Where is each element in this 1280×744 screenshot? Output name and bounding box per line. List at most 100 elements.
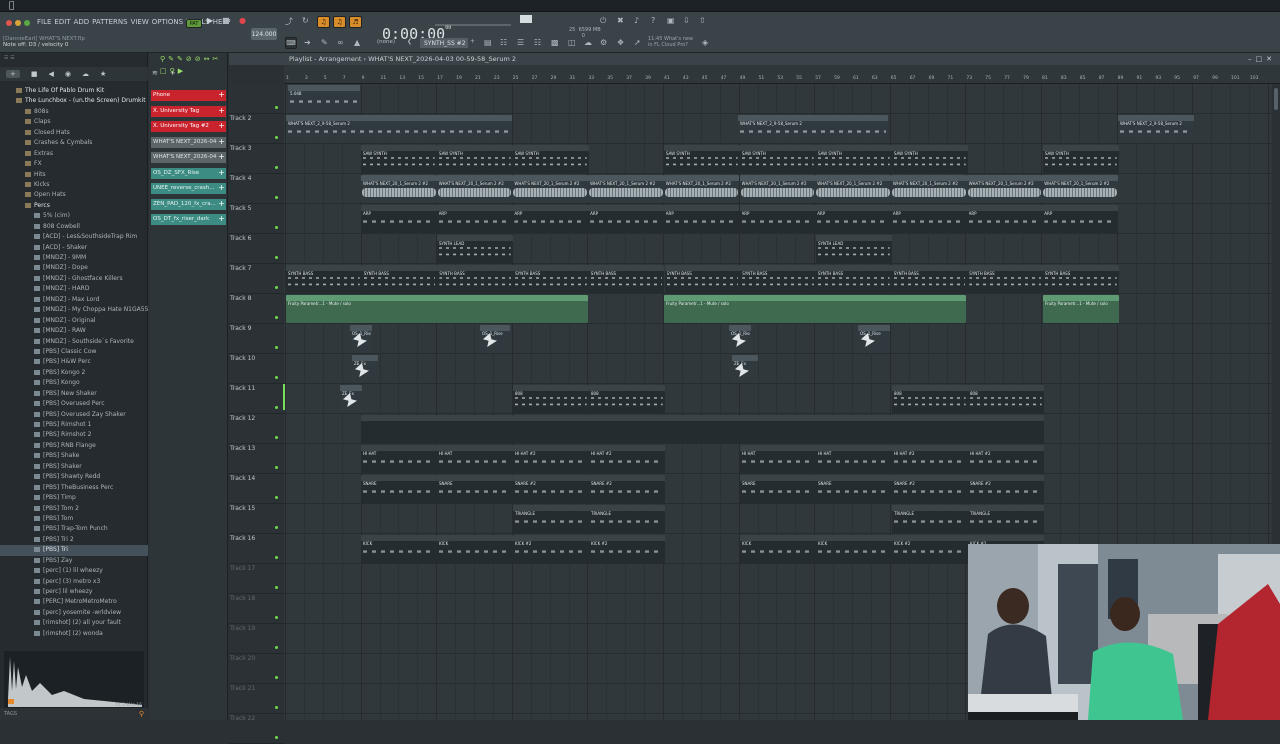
playlist-clip[interactable]: WHAT'S NEXT_20_1_Serum 2 #2 xyxy=(966,175,1043,203)
browser-item[interactable]: [MNDZ] - Dope xyxy=(0,263,148,273)
playlist-clip[interactable]: SYNTH BASS xyxy=(588,265,665,293)
playlist-clip[interactable]: ZE_Fx xyxy=(352,355,378,383)
metronome-icon[interactable]: ⤴ xyxy=(285,16,293,27)
playlist-clip[interactable]: TRIANGLE xyxy=(589,505,665,533)
playlist-clip[interactable] xyxy=(361,415,437,443)
playlist-clip[interactable]: SYNTH LEAD xyxy=(816,235,892,263)
browser-item[interactable]: [PBS] Trap-Tom Punch xyxy=(0,524,148,534)
zoom-tool-icon[interactable]: ⚲ xyxy=(170,67,178,75)
playlist-clip[interactable]: SYNTH BASS xyxy=(664,265,741,293)
track-mute-indicator[interactable] xyxy=(275,616,278,619)
track-header[interactable]: Track 18 xyxy=(229,594,284,624)
track-header[interactable]: Track 15 xyxy=(229,504,284,534)
playlist-clip[interactable]: HI HAT xyxy=(740,445,816,473)
playlist-clip[interactable]: 808 xyxy=(513,385,589,413)
file-icon[interactable]: ■ xyxy=(31,70,38,78)
browser-item[interactable]: [MNDZ] - RAW xyxy=(0,326,148,336)
playlist-clip[interactable]: HI HAT #2 xyxy=(968,445,1044,473)
playlist-clip[interactable]: Fruity Parametr...1 - Mute / solo xyxy=(1043,295,1119,323)
link-icon[interactable]: ∞ xyxy=(337,38,344,47)
browser-item[interactable]: Kicks xyxy=(0,180,148,190)
close-window-icon[interactable] xyxy=(6,20,12,26)
playlist-clip[interactable]: SYNTH LEAD xyxy=(437,235,513,263)
apple-icon[interactable]:  xyxy=(9,1,14,11)
playlist-clip[interactable]: SAW SYNTH xyxy=(361,145,437,173)
playlist-clip[interactable]: HI HAT #2 xyxy=(513,445,589,473)
playlist-clip[interactable]: ARP xyxy=(512,205,589,233)
browser-item[interactable]: [PBS] Overused Zay Shaker xyxy=(0,410,148,420)
cloud-icon[interactable]: ◈ xyxy=(702,38,708,47)
playlist-clip[interactable]: SYNTH BASS xyxy=(891,265,968,293)
channel-button[interactable]: Phone xyxy=(151,90,217,101)
channel-add-icon[interactable]: + xyxy=(217,168,226,179)
track-header[interactable]: Track 14 xyxy=(229,474,284,504)
keyboard-icon[interactable]: ⌨ xyxy=(285,37,297,49)
playlist-clip[interactable]: SYNTH BASS xyxy=(513,265,589,293)
track-mute-indicator[interactable] xyxy=(275,556,278,559)
playlist-clip[interactable]: SYNTH BASS xyxy=(1043,265,1119,293)
playlist-clip[interactable]: SNARE xyxy=(361,475,437,503)
track-mute-indicator[interactable] xyxy=(275,256,278,259)
cloud-icon[interactable]: ☁ xyxy=(82,70,89,78)
channel-button[interactable]: WHAT'S NEXT_2026-04-0... xyxy=(151,137,217,148)
playlist-clip[interactable]: TRIANGLE xyxy=(513,505,589,533)
browser-icon[interactable]: ◫ xyxy=(568,38,576,47)
menu-file[interactable]: FILE xyxy=(37,18,51,26)
track-mute-indicator[interactable] xyxy=(275,586,278,589)
arrow-out-icon[interactable]: ➚ xyxy=(634,38,641,47)
browser-item[interactable]: [MNDZ] - HARD xyxy=(0,284,148,294)
channel-button[interactable]: UNEE_reverse_crash... xyxy=(151,183,217,194)
browser-item[interactable]: [ACD] - Shaker xyxy=(0,243,148,253)
browser-item[interactable]: [PBS] Tri xyxy=(0,545,148,556)
browser-item[interactable]: [PBS] Overused Perc xyxy=(0,399,148,409)
browser-item[interactable]: [PERC] MetroMetroMetro xyxy=(0,597,148,607)
channel-add-icon[interactable]: + xyxy=(217,152,226,163)
track-header[interactable]: Track 11 xyxy=(229,384,284,414)
track-header[interactable]: Track 20 xyxy=(229,654,284,684)
playlist-clip[interactable]: SNARE #2 xyxy=(513,475,589,503)
vertical-scrollbar[interactable] xyxy=(1272,84,1280,544)
news-panel[interactable]: 11:45 What's new in FL Cloud Pro? xyxy=(648,36,693,48)
track-header[interactable]: Track 22 xyxy=(229,714,284,744)
browser-item[interactable]: FX xyxy=(0,159,148,169)
browser-item[interactable]: [MNDZ] - Max Lord xyxy=(0,295,148,305)
pencil-icon[interactable]: ✎ xyxy=(321,38,328,47)
power-icon[interactable]: ⏻ xyxy=(600,16,606,26)
track-header[interactable] xyxy=(229,84,284,114)
playlist-clip[interactable]: HI HAT xyxy=(816,445,892,473)
playlist-clip[interactable]: SAW SYNTH xyxy=(513,145,589,173)
playlist-clip[interactable]: ZE_Fx xyxy=(732,355,758,383)
playlist-clip[interactable]: ARP xyxy=(890,205,967,233)
playlist-clip[interactable]: ARP xyxy=(663,205,740,233)
track-header[interactable]: Track 2 xyxy=(229,114,284,144)
browser-item[interactable]: 5% (cim) xyxy=(0,211,148,221)
mixer-icon[interactable]: ✖ xyxy=(617,16,624,25)
playlist-clip[interactable]: WHAT'S NEXT_20_1_Serum 2 #2 xyxy=(512,175,589,203)
playlist-clip[interactable]: TRIANGLE xyxy=(968,505,1044,533)
playlist-clip[interactable]: SAW SYNTH xyxy=(892,145,968,173)
close-icon[interactable]: ✕ xyxy=(1266,55,1276,63)
browser-item[interactable]: [MNDZ] - Ghostface Killers xyxy=(0,274,148,284)
tempo-display[interactable]: 124.000 xyxy=(251,28,277,40)
maximize-window-icon[interactable] xyxy=(24,20,30,26)
channel-button[interactable]: ZEN_PAD_120_fx_cra... xyxy=(151,199,217,210)
add-pattern-icon[interactable]: + xyxy=(470,38,475,45)
track-mute-indicator[interactable] xyxy=(275,226,278,229)
playlist-clip[interactable] xyxy=(589,415,665,443)
channel-button[interactable]: X. University Tag xyxy=(151,106,217,117)
playlist-clip[interactable]: ARP xyxy=(739,205,816,233)
playlist-clip[interactable]: KICK xyxy=(361,535,437,563)
pattern-song-toggle[interactable]: PAT xyxy=(186,19,202,28)
browser-item[interactable]: Closed Hats xyxy=(0,128,148,138)
track-mute-indicator[interactable] xyxy=(275,466,278,469)
channel-add-icon[interactable]: + xyxy=(217,106,226,117)
playlist-clip[interactable]: WHAT'S NEXT_20_1_Serum 2 #2 xyxy=(588,175,664,203)
minimize-window-icon[interactable] xyxy=(15,20,21,26)
browser-item[interactable]: [PBS] Shawty Redd xyxy=(0,472,148,482)
playlist-clip[interactable]: KICK #2 xyxy=(892,535,968,563)
browser-item[interactable]: [PBS] Shaker xyxy=(0,462,148,472)
track-mute-indicator[interactable] xyxy=(275,316,278,319)
help-icon[interactable]: ? xyxy=(651,16,655,25)
scrollbar-thumb[interactable] xyxy=(1274,88,1278,110)
playlist-icon[interactable]: ▤ xyxy=(484,38,492,47)
